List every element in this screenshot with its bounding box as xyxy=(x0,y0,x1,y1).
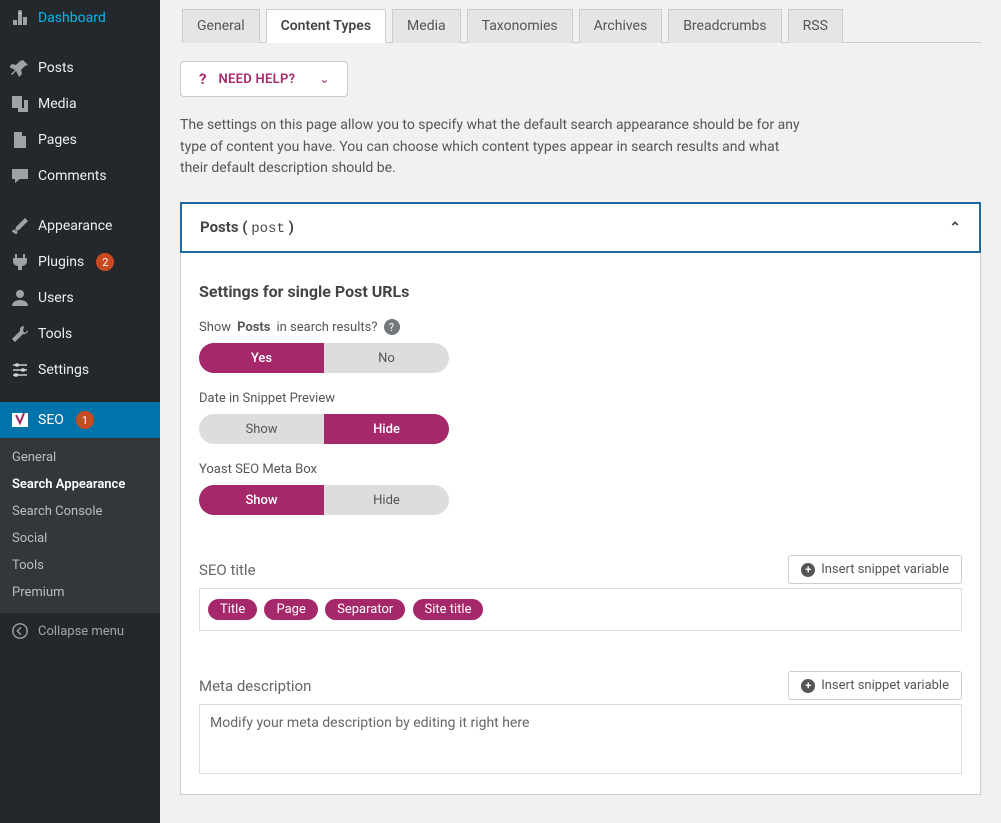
panel-toggle[interactable]: Posts ( post ) ⌃ xyxy=(180,202,981,253)
panel-slug: post xyxy=(251,221,285,237)
insert-variable-label: Insert snippet variable xyxy=(821,678,949,693)
insert-variable-button-desc[interactable]: + Insert snippet variable xyxy=(788,671,962,700)
panel-title-post: ) xyxy=(285,218,294,236)
tab-archives[interactable]: Archives xyxy=(579,9,663,43)
tab-media[interactable]: Media xyxy=(392,9,461,43)
plugins-badge: 2 xyxy=(96,253,114,271)
tab-breadcrumbs[interactable]: Breadcrumbs xyxy=(668,9,781,43)
toggle-hide[interactable]: Hide xyxy=(324,414,449,444)
brush-icon xyxy=(10,216,30,236)
toggle-no[interactable]: No xyxy=(324,343,449,373)
sidebar-item-label: Posts xyxy=(38,60,74,76)
sidebar-item-seo[interactable]: SEO 1 xyxy=(0,402,160,438)
plus-icon: + xyxy=(801,563,815,577)
meta-box-toggle: Show Hide xyxy=(199,485,449,515)
seo-title-field[interactable]: Title Page Separator Site title xyxy=(199,588,962,631)
sidebar-item-appearance[interactable]: Appearance xyxy=(0,208,160,244)
collapse-label: Collapse menu xyxy=(38,624,124,639)
pill-page[interactable]: Page xyxy=(264,599,317,620)
pill-title[interactable]: Title xyxy=(208,599,257,620)
date-snippet-label: Date in Snippet Preview xyxy=(199,391,962,406)
user-icon xyxy=(10,288,30,308)
sidebar-item-label: Media xyxy=(38,96,77,112)
admin-sidebar: Dashboard Posts Media Pages Comments App… xyxy=(0,0,160,823)
submenu-social[interactable]: Social xyxy=(0,525,160,552)
need-help-button[interactable]: ? NEED HELP? ⌄ xyxy=(180,61,348,97)
sidebar-item-pages[interactable]: Pages xyxy=(0,122,160,158)
sidebar-item-label: Users xyxy=(38,290,74,306)
toggle-show[interactable]: Show xyxy=(199,414,324,444)
meta-description-field[interactable]: Modify your meta description by editing … xyxy=(199,704,962,774)
insert-variable-label: Insert snippet variable xyxy=(821,562,949,577)
sidebar-item-label: Tools xyxy=(38,326,72,342)
sidebar-item-label: Comments xyxy=(38,168,107,184)
chevron-up-icon: ⌃ xyxy=(949,220,961,236)
sliders-icon xyxy=(10,360,30,380)
toggle-yes[interactable]: Yes xyxy=(199,343,324,373)
sidebar-item-comments[interactable]: Comments xyxy=(0,158,160,194)
page-icon xyxy=(10,130,30,150)
tab-general[interactable]: General xyxy=(182,9,260,43)
submenu-general[interactable]: General xyxy=(0,444,160,471)
sidebar-item-posts[interactable]: Posts xyxy=(0,50,160,86)
submenu-search-appearance[interactable]: Search Appearance xyxy=(0,471,160,498)
sidebar-item-label: Settings xyxy=(38,362,89,378)
sidebar-item-users[interactable]: Users xyxy=(0,280,160,316)
tab-rss[interactable]: RSS xyxy=(788,9,843,43)
help-icon[interactable]: ? xyxy=(384,319,400,335)
media-icon xyxy=(10,94,30,114)
sidebar-item-settings[interactable]: Settings xyxy=(0,352,160,388)
sidebar-item-label: Plugins xyxy=(38,254,84,270)
intro-text: The settings on this page allow you to s… xyxy=(180,115,800,180)
tabs-nav: General Content Types Media Taxonomies A… xyxy=(182,0,981,43)
submenu-premium[interactable]: Premium xyxy=(0,579,160,606)
dashboard-icon xyxy=(10,8,30,28)
sidebar-item-label: Dashboard xyxy=(38,10,106,26)
seo-title-label: SEO title xyxy=(199,561,256,579)
pin-icon xyxy=(10,58,30,78)
plus-icon: + xyxy=(801,679,815,693)
panel-title-pre: Posts ( xyxy=(200,218,251,236)
tab-taxonomies[interactable]: Taxonomies xyxy=(467,9,573,43)
date-snippet-toggle: Show Hide xyxy=(199,414,449,444)
wrench-icon xyxy=(10,324,30,344)
show-posts-toggle: Yes No xyxy=(199,343,449,373)
question-icon: ? xyxy=(199,70,206,88)
sidebar-item-plugins[interactable]: Plugins 2 xyxy=(0,244,160,280)
toggle-show-2[interactable]: Show xyxy=(199,485,324,515)
sidebar-item-dashboard[interactable]: Dashboard xyxy=(0,0,160,36)
chevron-down-icon: ⌄ xyxy=(319,72,329,86)
sidebar-item-tools[interactable]: Tools xyxy=(0,316,160,352)
seo-submenu: General Search Appearance Search Console… xyxy=(0,438,160,612)
sidebar-item-media[interactable]: Media xyxy=(0,86,160,122)
section-heading: Settings for single Post URLs xyxy=(199,282,962,301)
pill-site-title[interactable]: Site title xyxy=(413,599,484,620)
pill-separator[interactable]: Separator xyxy=(325,599,405,620)
sidebar-item-label: Pages xyxy=(38,132,77,148)
submenu-search-console[interactable]: Search Console xyxy=(0,498,160,525)
sidebar-item-label: Appearance xyxy=(38,218,112,234)
panel-title: Posts ( post ) xyxy=(200,218,294,237)
meta-box-label: Yoast SEO Meta Box xyxy=(199,462,962,477)
seo-badge: 1 xyxy=(76,411,94,429)
posts-panel: Posts ( post ) ⌃ Settings for single Pos… xyxy=(180,202,981,795)
tab-content-types[interactable]: Content Types xyxy=(266,9,386,43)
submenu-tools[interactable]: Tools xyxy=(0,552,160,579)
toggle-hide-2[interactable]: Hide xyxy=(324,485,449,515)
comment-icon xyxy=(10,166,30,186)
collapse-icon xyxy=(10,621,30,641)
yoast-icon xyxy=(10,410,30,430)
plug-icon xyxy=(10,252,30,272)
show-posts-label: Show Posts in search results? ? xyxy=(199,319,962,335)
need-help-label: NEED HELP? xyxy=(218,72,295,87)
meta-description-label: Meta description xyxy=(199,677,311,695)
insert-variable-button-title[interactable]: + Insert snippet variable xyxy=(788,555,962,584)
collapse-menu[interactable]: Collapse menu xyxy=(0,612,160,649)
main-content: General Content Types Media Taxonomies A… xyxy=(160,0,1001,823)
sidebar-item-label: SEO xyxy=(38,412,64,428)
